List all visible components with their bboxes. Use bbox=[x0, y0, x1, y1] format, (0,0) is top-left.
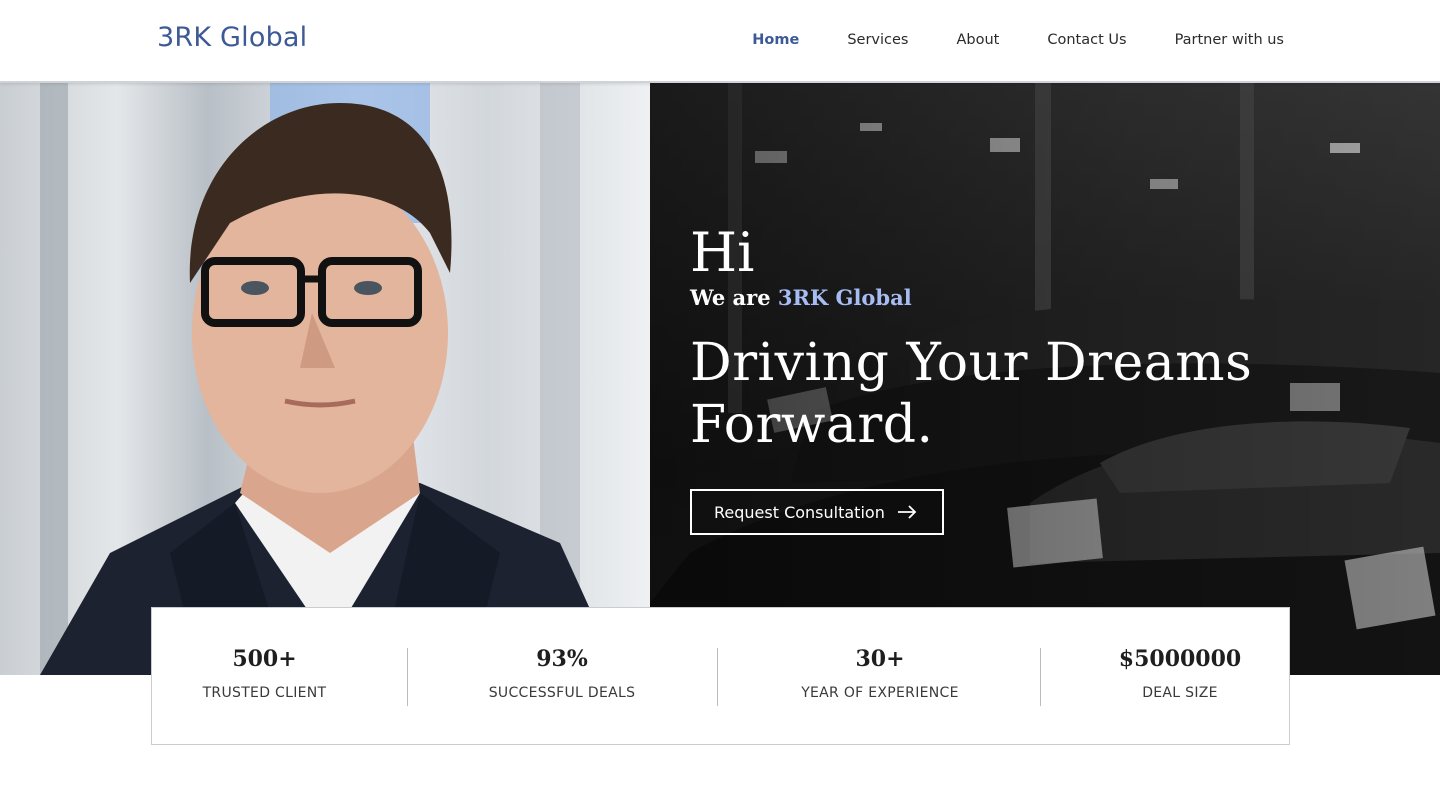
hero-intro-brand: 3RK Global bbox=[777, 285, 912, 310]
nav-link-home[interactable]: Home bbox=[752, 32, 799, 48]
stat-label: SUCCESSFUL DEALS bbox=[488, 685, 636, 701]
stat-label: TRUSTED CLIENT bbox=[202, 685, 327, 701]
hero-section: Hi We are 3RK Global Driving Your Dreams… bbox=[0, 83, 1440, 675]
hero-greeting: Hi bbox=[690, 221, 755, 284]
arrow-right-icon bbox=[897, 505, 917, 519]
stat-divider bbox=[717, 648, 718, 706]
nav-link-services[interactable]: Services bbox=[847, 32, 908, 48]
stat-value: 30+ bbox=[855, 646, 905, 672]
stats-panel: 500+ TRUSTED CLIENT 93% SUCCESSFUL DEALS… bbox=[151, 607, 1290, 745]
hero-portrait-image bbox=[0, 83, 650, 675]
nav-link-contact-us[interactable]: Contact Us bbox=[1047, 32, 1126, 48]
stat-successful-deals: 93% SUCCESSFUL DEALS bbox=[472, 646, 652, 701]
stat-value: 93% bbox=[536, 646, 588, 672]
hero-headline-line-2: Forward. bbox=[690, 395, 934, 455]
main-nav: Home Services About Contact Us Partner w… bbox=[704, 32, 1284, 48]
stat-divider bbox=[1040, 648, 1041, 706]
stat-label: YEAR OF EXPERIENCE bbox=[801, 685, 959, 701]
stat-label: DEAL SIZE bbox=[1142, 685, 1218, 701]
stat-value: $5000000 bbox=[1118, 646, 1242, 672]
stat-value: 500+ bbox=[232, 646, 297, 672]
nav-link-partner[interactable]: Partner with us bbox=[1175, 32, 1284, 48]
request-consultation-label: Request Consultation bbox=[714, 502, 885, 522]
hero-text-block: Hi We are 3RK Global Driving Your Dreams… bbox=[690, 223, 1390, 456]
stat-trusted-client: 500+ TRUSTED CLIENT bbox=[192, 646, 337, 701]
stat-deal-size: $5000000 DEAL SIZE bbox=[1100, 646, 1260, 701]
request-consultation-button[interactable]: Request Consultation bbox=[690, 489, 944, 535]
site-header: 3RK Global Home Services About Contact U… bbox=[0, 0, 1440, 83]
hero-headline: Driving Your Dreams Forward. bbox=[690, 332, 1390, 456]
stat-divider bbox=[407, 648, 408, 706]
hero-intro-prefix: We are bbox=[690, 285, 778, 310]
stat-years-experience: 30+ YEAR OF EXPERIENCE bbox=[780, 646, 980, 701]
nav-link-about[interactable]: About bbox=[956, 32, 999, 48]
hero-headline-line-1: Driving Your Dreams bbox=[690, 333, 1253, 393]
site-logo[interactable]: 3RK Global bbox=[157, 22, 307, 53]
hero-intro: We are 3RK Global bbox=[690, 285, 1390, 310]
